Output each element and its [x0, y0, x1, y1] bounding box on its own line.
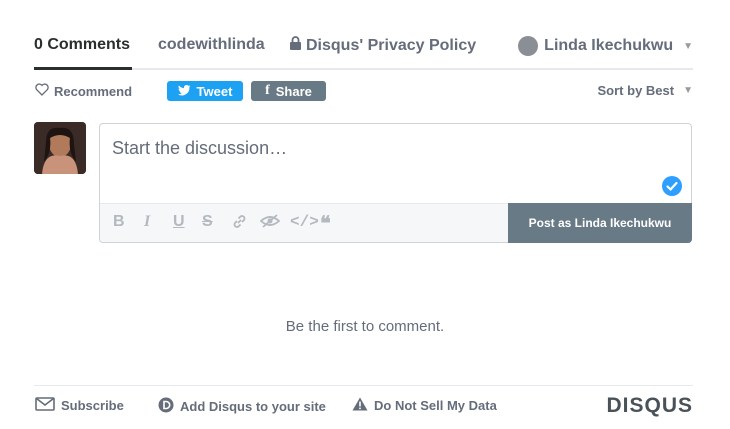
privacy-policy-link[interactable]: Disqus' Privacy Policy	[289, 36, 476, 56]
sort-dropdown[interactable]: Sort by Best ▼	[598, 83, 693, 98]
lock-icon	[289, 36, 302, 56]
sort-label: Sort by Best	[597, 83, 675, 98]
comment-composer[interactable]: Start the discussion… B I U S </> ❝ Post…	[99, 123, 692, 243]
chevron-down-icon: ▼	[683, 85, 693, 96]
comment-input[interactable]: Start the discussion…	[112, 138, 287, 159]
add-disqus-link[interactable]: Add Disqus to your site	[158, 397, 326, 416]
empty-state-message: Be the first to comment.	[285, 318, 445, 335]
facebook-share-button[interactable]: f Share	[251, 81, 326, 101]
bold-icon[interactable]: B	[113, 213, 125, 231]
do-not-sell-label: Do Not Sell My Data	[374, 398, 497, 413]
post-button[interactable]: Post as Linda Ikechukwu	[508, 203, 692, 243]
add-disqus-label: Add Disqus to your site	[180, 399, 326, 414]
user-menu[interactable]: Linda Ikechukwu ▼	[518, 36, 693, 56]
recommend-button[interactable]: Recommend	[35, 83, 132, 99]
avatar	[34, 122, 86, 174]
disqus-d-icon	[158, 397, 174, 416]
subscribe-label: Subscribe	[61, 398, 124, 413]
check-icon	[662, 176, 682, 196]
privacy-policy-label: Disqus' Privacy Policy	[306, 37, 477, 54]
recommend-label: Recommend	[54, 83, 133, 99]
code-icon[interactable]: </>	[290, 213, 319, 231]
nav-divider	[34, 68, 693, 70]
envelope-icon	[35, 397, 55, 414]
subscribe-link[interactable]: Subscribe	[35, 397, 124, 414]
user-name: Linda Ikechukwu	[544, 37, 674, 54]
facebook-icon: f	[265, 83, 270, 98]
quote-icon[interactable]: ❝	[320, 211, 331, 236]
tweet-label: Tweet	[196, 83, 233, 99]
do-not-sell-link[interactable]: Do Not Sell My Data	[352, 397, 497, 414]
link-icon[interactable]	[231, 213, 248, 235]
disqus-logo[interactable]: DISQUS	[606, 394, 693, 418]
tweet-button[interactable]: Tweet	[167, 81, 243, 101]
underline-icon[interactable]: U	[173, 213, 185, 231]
twitter-icon	[177, 84, 191, 99]
spoiler-icon[interactable]	[259, 213, 281, 234]
tab-comments[interactable]: 0 Comments	[34, 36, 130, 54]
warning-icon	[352, 397, 368, 414]
tab-community[interactable]: codewithlinda	[158, 36, 265, 54]
share-label: Share	[275, 83, 312, 99]
active-tab-indicator	[34, 67, 132, 70]
strikethrough-icon[interactable]: S	[202, 213, 213, 231]
heart-icon	[35, 83, 49, 99]
italic-icon[interactable]: I	[144, 213, 150, 231]
chevron-down-icon: ▼	[683, 40, 693, 52]
footer-divider	[34, 385, 693, 386]
user-mini-avatar	[518, 36, 539, 56]
